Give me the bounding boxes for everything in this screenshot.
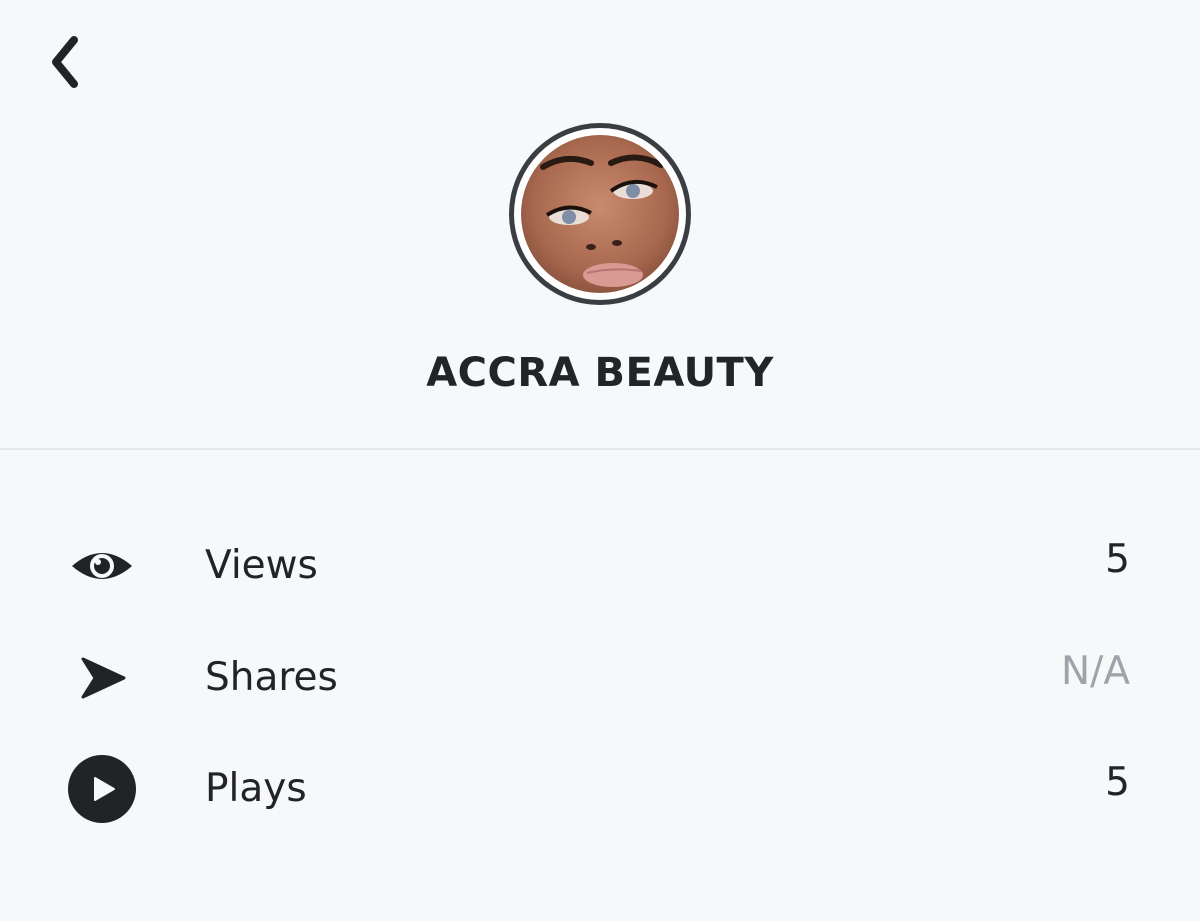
stat-row-shares: Shares N/A	[0, 642, 1200, 714]
stat-value: N/A	[1061, 649, 1130, 694]
stat-label: Shares	[205, 655, 338, 700]
stat-label: Views	[205, 543, 318, 588]
stat-row-plays: Plays 5	[0, 753, 1200, 825]
divider	[0, 448, 1200, 450]
stat-row-views: Views 5	[0, 530, 1200, 602]
stat-value: 5	[1105, 537, 1130, 582]
profile-photo	[521, 135, 679, 293]
story-insights-screen: ACCRA BEAUTY Views 5 Shares N/A Plays 5	[0, 0, 1200, 921]
stat-value: 5	[1105, 760, 1130, 805]
send-arrow-icon	[62, 642, 142, 714]
avatar[interactable]	[509, 123, 691, 305]
eye-icon	[62, 530, 142, 602]
play-circle-icon	[62, 753, 142, 825]
profile-name: ACCRA BEAUTY	[426, 350, 774, 396]
back-button[interactable]	[34, 28, 94, 96]
stat-label: Plays	[205, 766, 307, 811]
chevron-left-icon	[52, 36, 78, 88]
